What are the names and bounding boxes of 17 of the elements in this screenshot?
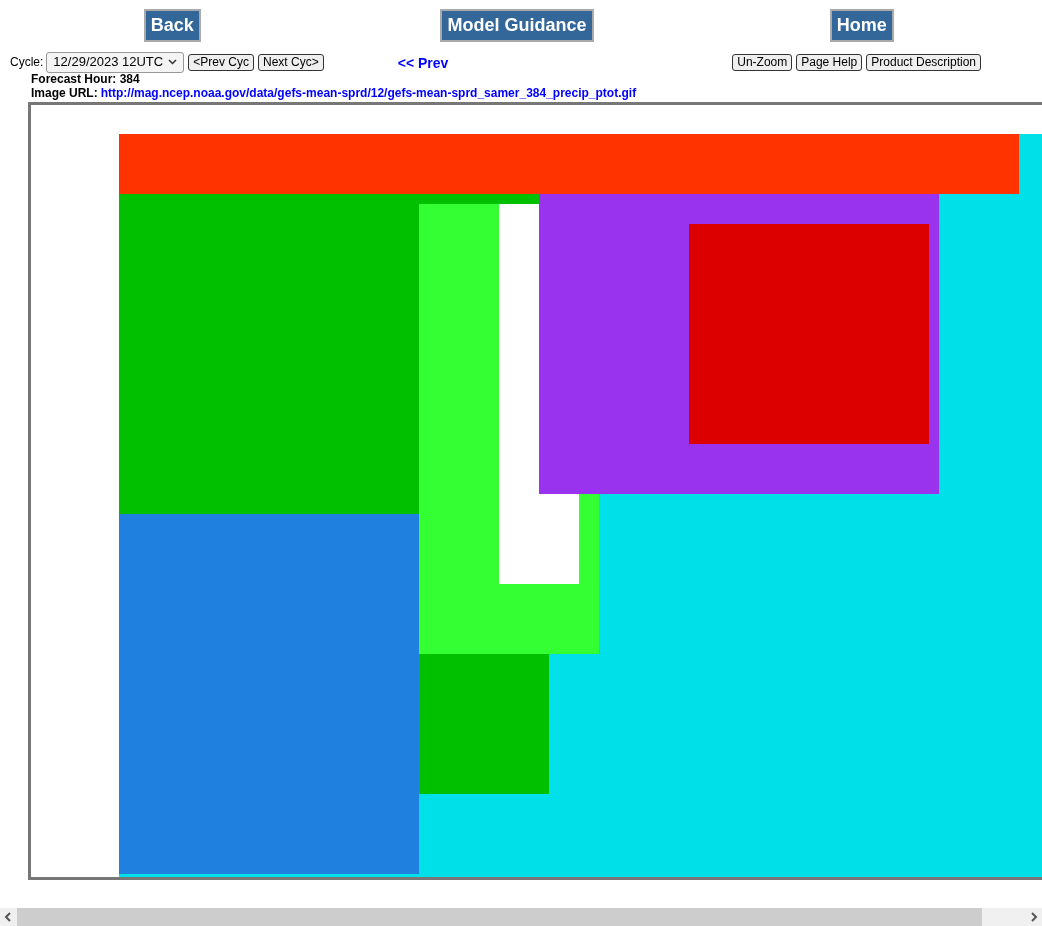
- prev-link[interactable]: << Prev: [397, 53, 449, 74]
- scroll-left-icon[interactable]: [4, 912, 11, 922]
- model-guidance-button[interactable]: Model Guidance: [440, 9, 594, 42]
- toolbar-button[interactable]: Page Help: [796, 53, 863, 71]
- forecast-hour-text: Forecast Hour: 384: [31, 72, 141, 86]
- cycle-select[interactable]: 12/29/2023 12UTC: [46, 51, 185, 73]
- cycle-nav-button[interactable]: <Prev Cyc: [188, 53, 255, 71]
- scroll-right-icon[interactable]: [1031, 912, 1038, 922]
- back-button[interactable]: Back: [143, 9, 201, 42]
- image-url-link[interactable]: http://mag.ncep.noaa.gov/data/gefs-mean-sprd/12/gefs-mean-sprd_samer_384_precip_ptot.gif: [100, 86, 637, 100]
- home-button[interactable]: Home: [829, 9, 894, 42]
- cycle-label: Cycle:: [10, 54, 44, 71]
- chevron-down-icon: [168, 59, 178, 65]
- image-url-label: Image URL:: [31, 86, 98, 100]
- toolbar-button[interactable]: Product Description: [866, 53, 981, 71]
- toolbar-button[interactable]: Un-Zoom: [732, 53, 793, 71]
- cycle-nav-button[interactable]: Next Cyc>: [258, 53, 324, 71]
